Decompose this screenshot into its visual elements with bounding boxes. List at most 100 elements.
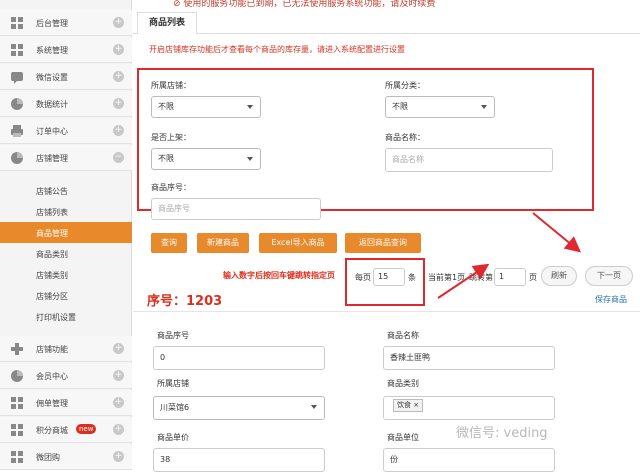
excel-import-button[interactable]: Excel导入商品 (259, 233, 337, 253)
name-filter-label: 商品名称： (385, 133, 425, 142)
main-content: ⊘ 使用的服务功能已到期，已无法使用服务系统功能，请及时续费 商品列表 开启店铺… (133, 0, 640, 472)
pagination-hint: 输入数字后按回车键跳转指定页 (223, 271, 335, 280)
form-unit-label: 商品单位 (387, 433, 419, 442)
sidebar-item-system[interactable]: 系统管理 + (0, 37, 132, 63)
expand-icon[interactable]: + (113, 17, 124, 28)
product-form: 商品序号 0 商品名称 香辣土匪鸭 所属店铺 川菜馆6 商品类别 饮食 × 商品… (133, 311, 640, 472)
sidebar-subitem-store-category[interactable]: 店铺类别 (0, 264, 132, 285)
category-tag[interactable]: 饮食 × (393, 399, 424, 412)
new-badge: new (76, 424, 97, 434)
sidebar-item-label: 店铺管理 (36, 154, 68, 163)
pie-chart-icon (11, 152, 23, 164)
form-store-select[interactable]: 川菜馆6 (153, 396, 325, 420)
goto-page-unit: 页 (529, 273, 537, 282)
collapse-icon[interactable]: − (113, 152, 124, 163)
sidebar-item-group-buy[interactable]: 微团购 + (0, 444, 132, 470)
save-product-link[interactable]: 保存商品 (595, 294, 627, 305)
sidebar-item-backend[interactable]: 后台管理 + (0, 10, 132, 36)
sidebar-item-wechat[interactable]: 微信设置 + (0, 64, 132, 90)
sidebar-subitem-store-list[interactable]: 店铺列表 (0, 201, 132, 222)
grid-icon (11, 424, 23, 436)
plus-icon (11, 343, 23, 355)
store-filter-label: 所属店铺： (151, 81, 191, 90)
query-button[interactable]: 查询 (151, 233, 187, 253)
filter-panel: 所属店铺： 不限 所属分类： 不限 是否上架： 不限 商品名称： 商品名称 商品… (137, 68, 594, 220)
sidebar-item-commission[interactable]: 佣单管理 + (0, 390, 132, 416)
expand-icon[interactable]: + (113, 451, 124, 462)
sidebar-subitem-store-zone[interactable]: 店铺分区 (0, 285, 132, 306)
form-price-label: 商品单价 (157, 433, 189, 442)
chevron-down-icon (247, 157, 253, 161)
form-store-label: 所属店铺 (157, 379, 189, 388)
expand-icon[interactable]: + (113, 71, 124, 82)
category-filter-label: 所属分类： (385, 81, 425, 90)
expand-icon[interactable]: + (113, 370, 124, 381)
expand-icon[interactable]: + (113, 44, 124, 55)
sidebar-item-label: 会员中心 (36, 372, 68, 381)
current-page-label: 当前第1页 (428, 273, 466, 282)
expand-icon[interactable]: + (113, 98, 124, 109)
serial-filter-label: 商品序号： (151, 183, 191, 192)
sidebar-item-store-functions[interactable]: 店铺功能 + (0, 336, 132, 362)
expand-icon[interactable]: + (113, 397, 124, 408)
sidebar-item-label: 系统管理 (36, 46, 68, 55)
pie-chart-icon (11, 98, 23, 110)
inventory-notice: 开启店铺库存功能后才查看每个商品的库存量，请进入系统配置进行设置 (149, 45, 405, 54)
sidebar-subitem-store-notice[interactable]: 店铺公告 (0, 180, 132, 201)
sidebar-item-label: 订单中心 (36, 127, 68, 136)
form-unit-input[interactable]: 份 (383, 448, 555, 472)
refresh-button[interactable]: 刷新 (541, 266, 577, 286)
form-price-input[interactable]: 38 (153, 448, 325, 472)
sidebar-item-label: 店铺功能 (36, 345, 68, 354)
sidebar-subitem-product-category[interactable]: 商品类别 (0, 243, 132, 264)
chat-icon (11, 72, 23, 84)
watermark: 微信号: veding (456, 426, 548, 441)
store-select[interactable]: 不限 (151, 96, 261, 118)
per-page-input[interactable]: 15 (373, 268, 405, 286)
form-serial-input[interactable]: 0 (153, 346, 325, 370)
sidebar-item-orders[interactable]: 订单中心 + (0, 118, 132, 144)
grid-icon (11, 44, 23, 56)
sidebar-item-points-mall[interactable]: 积分商城 new + (0, 417, 132, 443)
expand-icon[interactable]: + (113, 343, 124, 354)
sidebar-subitem-product-management[interactable]: 商品管理 (0, 222, 132, 243)
goto-page-input[interactable]: 1 (494, 268, 526, 286)
form-name-input[interactable]: 香辣土匪鸭 (383, 346, 555, 370)
expand-icon[interactable]: + (113, 424, 124, 435)
new-product-button[interactable]: 新建商品 (197, 233, 249, 253)
expand-icon[interactable]: + (113, 125, 124, 136)
goto-page-label: 跳转第 (469, 273, 493, 282)
shelf-status-select[interactable]: 不限 (151, 148, 261, 170)
service-warning: ⊘ 使用的服务功能已到期，已无法使用服务系统功能，请及时续费 (173, 0, 436, 9)
return-query-button[interactable]: 返回商品查询 (345, 233, 421, 253)
sidebar-item-label: 后台管理 (36, 19, 68, 28)
shelf-filter-label: 是否上架： (151, 133, 191, 142)
chevron-down-icon (311, 405, 317, 409)
sidebar-item-statistics[interactable]: 数据统计 + (0, 91, 132, 117)
sidebar: 后台管理 + 系统管理 + 微信设置 + 数据统计 + 订单中心 + 店铺管理 … (0, 0, 132, 470)
next-page-button[interactable]: 下一页 (585, 266, 633, 286)
product-name-input[interactable]: 商品名称 (385, 148, 553, 172)
form-name-label: 商品名称 (387, 331, 419, 340)
tab-bar: 商品列表 (133, 12, 640, 34)
sidebar-item-label: 积分商城 (36, 426, 68, 435)
pie-chart-icon (11, 370, 23, 382)
chevron-down-icon (247, 105, 253, 109)
tab-product-list[interactable]: 商品列表 (137, 12, 197, 34)
sidebar-item-label: 微团购 (36, 453, 60, 462)
serial-annotation: 序号：1203 (147, 294, 223, 309)
sidebar-item-member-center[interactable]: 会员中心 + (0, 363, 132, 389)
form-category-label: 商品类别 (387, 379, 419, 388)
category-select[interactable]: 不限 (385, 96, 495, 118)
sidebar-item-store-management[interactable]: 店铺管理 − (0, 145, 132, 171)
top-warning-bar: ⊘ 使用的服务功能已到期，已无法使用服务系统功能，请及时续费 (133, 0, 640, 10)
grid-icon (11, 17, 23, 29)
form-serial-label: 商品序号 (157, 331, 189, 340)
sidebar-subitem-printer-settings[interactable]: 打印机设置 (0, 306, 132, 327)
grid-icon (11, 397, 23, 409)
product-serial-input[interactable]: 商品序号 (151, 198, 321, 220)
per-page-unit: 条 (408, 273, 416, 282)
printer-icon (11, 125, 23, 137)
sidebar-item-label: 微信设置 (36, 73, 68, 82)
chevron-down-icon (481, 105, 487, 109)
